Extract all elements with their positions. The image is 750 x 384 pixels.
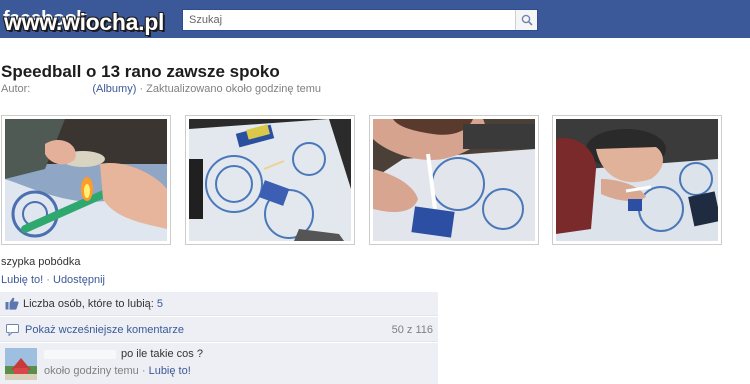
search-input[interactable] (183, 10, 513, 30)
photo-grid (0, 115, 750, 245)
show-previous-comments-link[interactable]: Pokaż wcześniejsze komentarze (25, 324, 184, 336)
photo-4-image (556, 119, 718, 241)
avatar-image (5, 348, 37, 380)
likes-label: Liczba osób, które to lubią: (23, 298, 154, 310)
photo-1[interactable] (1, 115, 171, 245)
like-link[interactable]: Lubię to! (1, 274, 43, 286)
likes-row: Liczba osób, które to lubią: 5 (0, 292, 438, 316)
photo-4[interactable] (552, 115, 722, 245)
likes-count[interactable]: 5 (157, 298, 163, 310)
comment-like-link[interactable]: Lubię to! (149, 365, 191, 377)
top-bar: facebook www.wiocha.pl (0, 0, 750, 38)
author-label: Autor: (1, 83, 31, 95)
previous-comments-row: Pokaż wcześniejsze komentarze 50 z 116 (0, 317, 438, 342)
likes-summary: Liczba osób, które to lubią: 5 (23, 298, 163, 310)
photo-3[interactable] (369, 115, 539, 245)
feedback-box: Liczba osób, które to lubią: 5 Pokaż wcz… (0, 292, 438, 384)
album-meta: Autor: (Albumy) · Zaktualizowano około go… (1, 83, 321, 95)
photo-1-image (5, 119, 167, 241)
comment-bubble-icon (6, 324, 19, 336)
photo-3-image (373, 119, 535, 241)
watermark: www.wiocha.pl (4, 9, 165, 35)
search-box (182, 9, 538, 31)
photo-2-image (189, 119, 351, 241)
updated-text: Zaktualizowano około godzinę temu (146, 83, 322, 95)
search-button[interactable] (515, 10, 537, 30)
search-icon (521, 14, 533, 26)
comment-count: 50 z 116 (391, 324, 433, 336)
comment-meta: około godziny temu · Lubię to! (44, 365, 191, 377)
meta-separator: · (139, 83, 144, 95)
commenter-avatar[interactable] (5, 348, 37, 380)
comment-text: po ile takie cos ? (121, 348, 203, 360)
post-actions: Lubię to! · Udostępnij (1, 274, 105, 286)
commenter-name-redacted (44, 350, 116, 359)
actions-separator: · (46, 274, 50, 286)
comment-item: po ile takie cos ? około godziny temu · … (0, 343, 438, 384)
comment-meta-separator: · (141, 365, 146, 377)
share-link[interactable]: Udostępnij (53, 274, 105, 286)
albums-link[interactable]: (Albumy) (92, 83, 136, 95)
comment-time: około godziny temu (44, 365, 139, 377)
photo-caption: szypka pobódka (1, 256, 81, 268)
album-title: Speedball o 13 rano zawsze spoko (1, 62, 280, 81)
thumbs-up-icon (5, 297, 19, 310)
photo-2[interactable] (185, 115, 355, 245)
